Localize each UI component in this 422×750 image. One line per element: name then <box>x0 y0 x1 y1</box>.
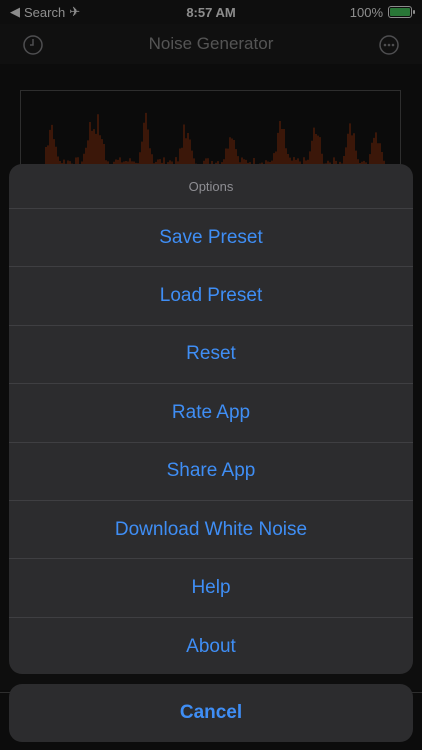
load-preset-button[interactable]: Load Preset <box>9 267 413 326</box>
rate-app-button[interactable]: Rate App <box>9 384 413 443</box>
help-button[interactable]: Help <box>9 559 413 618</box>
cancel-button[interactable]: Cancel <box>9 684 413 742</box>
about-button[interactable]: About <box>9 618 413 674</box>
save-preset-button[interactable]: Save Preset <box>9 209 413 268</box>
download-white-noise-button[interactable]: Download White Noise <box>9 501 413 560</box>
sheet-title: Options <box>9 164 413 209</box>
options-action-sheet: Options Save Preset Load Preset Reset Ra… <box>9 164 413 674</box>
reset-button[interactable]: Reset <box>9 326 413 385</box>
share-app-button[interactable]: Share App <box>9 443 413 501</box>
